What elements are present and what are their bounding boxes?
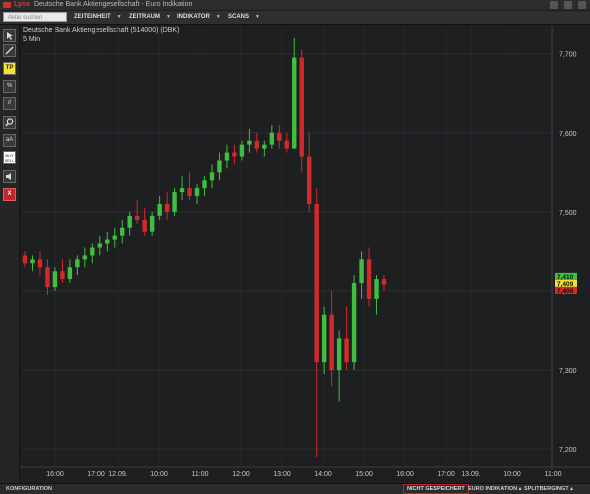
candle-down [232, 152, 237, 157]
y-tick-label: 7,500 [559, 210, 577, 217]
candle-up [105, 239, 110, 244]
candle-up [239, 144, 245, 157]
candle-up [262, 144, 267, 149]
candle-up [67, 267, 73, 280]
candle-down [329, 314, 334, 371]
price-label: 7,410 [557, 274, 574, 281]
x-tick-label: 13:00 [273, 471, 291, 478]
x-tick-label: 10:00 [503, 471, 521, 478]
candle-up [321, 314, 327, 363]
x-tick-label: 16:00 [396, 471, 414, 478]
candle-up [127, 215, 132, 228]
x-tick-label: 10:00 [150, 471, 168, 478]
price-label: 7,408 [557, 288, 574, 295]
candle-down [45, 267, 50, 288]
x-tick-label: 17:00 [87, 471, 105, 478]
candle-down [344, 338, 349, 363]
candlestick-chart[interactable]: 7,2007,3007,4007,5007,6007,70016:0017:00… [0, 0, 590, 493]
candle-up [202, 180, 207, 189]
candle-up [52, 271, 58, 288]
x-tick-label: 17:00 [437, 471, 455, 478]
candle-down [22, 255, 28, 264]
candle-down [284, 140, 289, 149]
candle-down [60, 271, 65, 280]
y-tick-label: 7,300 [559, 368, 577, 375]
candle-up [157, 203, 162, 216]
candle-down [142, 219, 147, 232]
x-tick-label: 13.09. [461, 471, 481, 478]
price-label: 7,409 [557, 281, 574, 288]
candle-down [37, 259, 43, 268]
candle-up [97, 243, 102, 248]
candle-down [307, 156, 312, 204]
candle-up [30, 259, 35, 264]
y-tick-label: 7,700 [559, 52, 577, 59]
y-tick-label: 7,200 [559, 447, 577, 454]
x-tick-label: 11:00 [545, 471, 562, 478]
candle-up [336, 338, 342, 371]
candle-up [112, 235, 117, 240]
candle-up [90, 247, 95, 256]
candle-up [374, 279, 379, 299]
candle-up [247, 140, 252, 145]
candle-down [254, 140, 260, 149]
candle-up [75, 259, 80, 268]
candle-down [381, 279, 387, 285]
candle-up [217, 160, 222, 173]
candle-up [292, 57, 297, 149]
x-tick-label: 12.09. [108, 471, 128, 478]
candle-up [351, 283, 357, 363]
candle-down [366, 259, 372, 299]
candle-down [187, 188, 192, 197]
candle-down [164, 203, 170, 212]
candle-up [194, 188, 200, 197]
x-tick-label: 12:00 [232, 471, 250, 478]
status-bar: KONFIGURATION NICHT GESPEICHERT EURO IND… [0, 483, 590, 494]
candle-up [224, 152, 230, 161]
candle-down [299, 57, 304, 157]
candle-up [82, 255, 88, 260]
x-tick-label: 15:00 [355, 471, 373, 478]
candle-up [359, 259, 364, 284]
candle-up [172, 192, 177, 212]
candle-up [149, 215, 155, 232]
y-tick-label: 7,600 [559, 131, 577, 138]
candle-down [277, 132, 282, 141]
candle-down [314, 203, 319, 363]
candle-up [120, 227, 125, 236]
x-tick-label: 11:00 [192, 471, 209, 478]
candle-down [134, 215, 140, 220]
candle-up [179, 188, 185, 193]
candle-up [209, 172, 215, 181]
x-tick-label: 14:00 [314, 471, 332, 478]
candle-up [269, 132, 275, 145]
x-tick-label: 16:00 [46, 471, 64, 478]
